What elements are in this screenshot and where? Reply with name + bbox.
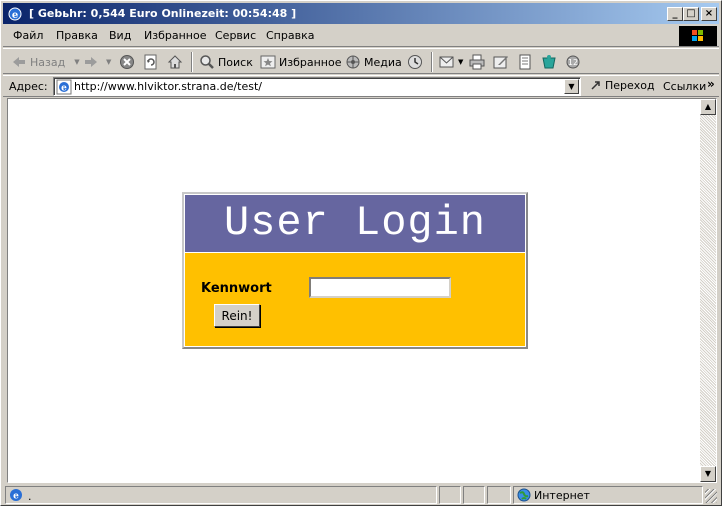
- status-text: .: [28, 490, 32, 503]
- icq-button[interactable]: 12: [565, 53, 581, 71]
- back-arrow-icon: [13, 57, 25, 67]
- mail-button[interactable]: ▼: [439, 53, 463, 71]
- page-status-icon: e: [10, 489, 22, 502]
- favorites-label: Избранное: [279, 55, 342, 69]
- address-url[interactable]: http://www.hlviktor.strana.de/test/: [74, 80, 262, 93]
- search-icon: [200, 55, 214, 69]
- search-label: Поиск: [218, 55, 253, 69]
- messenger-button[interactable]: [541, 53, 557, 71]
- stop-button[interactable]: [119, 53, 135, 71]
- maximize-button[interactable]: □: [683, 7, 699, 21]
- chevron-down-icon[interactable]: ▼: [106, 58, 111, 66]
- search-button[interactable]: Поиск: [199, 53, 253, 71]
- refresh-button[interactable]: [143, 53, 159, 71]
- print-icon: [469, 54, 485, 70]
- edit-icon: [493, 56, 508, 69]
- login-title: User Login: [185, 195, 525, 252]
- toolbar-separator: [191, 52, 193, 72]
- print-button[interactable]: [469, 53, 485, 71]
- login-form: Kennwort Rein!: [185, 253, 525, 346]
- menu-edit[interactable]: Правка: [56, 29, 98, 42]
- vertical-scrollbar[interactable]: ▲ ▼: [700, 99, 716, 482]
- go-label: Переход: [605, 78, 655, 92]
- svg-text:e: e: [13, 492, 19, 502]
- home-icon: [167, 55, 183, 69]
- chevron-right-icon[interactable]: »: [707, 77, 715, 91]
- globe-icon: [517, 488, 531, 502]
- icq-icon: 12: [566, 55, 580, 69]
- messenger-icon: [542, 55, 556, 69]
- address-label: Адрес:: [9, 80, 48, 93]
- password-input[interactable]: [309, 277, 451, 298]
- password-label: Kennwort: [201, 281, 272, 296]
- history-button[interactable]: [407, 53, 423, 71]
- mail-icon: [439, 56, 454, 68]
- status-main-pane: e .: [5, 486, 437, 504]
- forward-button[interactable]: ▼: [83, 53, 111, 71]
- window-title: [ Gebьhr: 0,544 Euro Onlinezeit: 00:54:4…: [29, 7, 297, 20]
- zone-text: Интернет: [534, 489, 590, 502]
- home-button[interactable]: [167, 53, 183, 71]
- links-button[interactable]: Ссылки: [663, 80, 706, 93]
- submit-button[interactable]: Rein!: [214, 304, 260, 327]
- page-icon: e: [56, 79, 72, 95]
- document-icon: [519, 54, 531, 70]
- toolbar-separator: [431, 52, 433, 72]
- address-bar: Адрес: e http://www.hlviktor.strana.de/t…: [3, 75, 719, 97]
- menu-file[interactable]: Файл: [13, 29, 43, 42]
- minimize-button[interactable]: _: [667, 7, 683, 21]
- menu-bar: Файл Правка Вид Избранное Сервис Справка: [3, 25, 719, 47]
- media-button[interactable]: Медиа: [345, 53, 402, 71]
- svg-text:e: e: [61, 84, 67, 94]
- browser-window: e [ Gebьhr: 0,544 Euro Onlinezeit: 00:54…: [0, 0, 722, 506]
- status-bar: e . Интернет: [3, 485, 719, 505]
- svg-text:e: e: [12, 10, 18, 21]
- svg-text:12: 12: [568, 58, 578, 67]
- go-arrow-icon: [591, 81, 600, 90]
- menu-help[interactable]: Справка: [266, 29, 314, 42]
- page-viewport: User Login Kennwort Rein! ▲ ▼: [7, 98, 717, 483]
- zone-pane: Интернет: [513, 486, 703, 504]
- address-input[interactable]: e http://www.hlviktor.strana.de/test/ ▼: [53, 77, 581, 96]
- ie-icon[interactable]: e: [7, 6, 23, 22]
- discuss-button[interactable]: [517, 53, 533, 71]
- media-label: Медиа: [364, 55, 402, 69]
- menu-favorites[interactable]: Избранное: [144, 29, 206, 42]
- address-dropdown-button[interactable]: ▼: [564, 79, 579, 94]
- menu-view[interactable]: Вид: [109, 29, 131, 42]
- title-bar[interactable]: e [ Gebьhr: 0,544 Euro Onlinezeit: 00:54…: [3, 3, 719, 24]
- chevron-down-icon[interactable]: ▼: [458, 58, 463, 66]
- scroll-up-button[interactable]: ▲: [700, 99, 716, 115]
- edit-button[interactable]: [493, 53, 509, 71]
- favorites-star-icon: [260, 55, 276, 69]
- standard-toolbar: Назад ▼ ▼ Поиск Избранное Медиа ▼ 12: [3, 48, 719, 74]
- go-button[interactable]: Переход: [589, 78, 655, 92]
- login-panel: User Login Kennwort Rein!: [182, 192, 528, 349]
- stop-icon: [120, 55, 134, 69]
- history-clock-icon: [408, 55, 422, 69]
- menu-tools[interactable]: Сервис: [215, 29, 256, 42]
- back-button[interactable]: Назад ▼: [11, 53, 80, 71]
- back-label: Назад: [30, 55, 66, 69]
- status-pane: [487, 486, 511, 504]
- refresh-icon: [144, 54, 157, 70]
- favorites-button[interactable]: Избранное: [260, 53, 341, 71]
- media-icon: [346, 55, 360, 69]
- status-pane: [439, 486, 461, 504]
- resize-grip[interactable]: [705, 489, 717, 503]
- scroll-down-button[interactable]: ▼: [700, 466, 716, 482]
- close-button[interactable]: ×: [701, 7, 717, 21]
- windows-logo-icon: [679, 26, 717, 46]
- status-pane: [463, 486, 485, 504]
- chevron-down-icon[interactable]: ▼: [74, 58, 79, 66]
- forward-arrow-icon: [85, 57, 97, 67]
